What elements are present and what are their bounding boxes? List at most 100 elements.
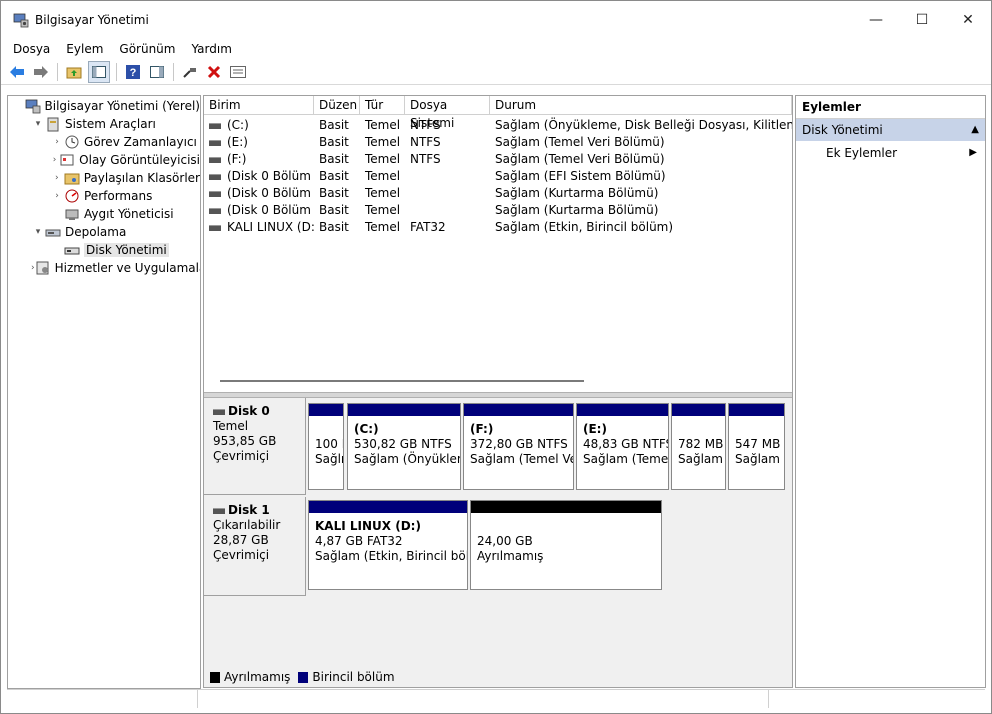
delete-x-icon: [207, 65, 221, 79]
volume-row[interactable]: (C:) Basit Temel NTFS Sağlam (Önyükleme, Dis…: [204, 117, 792, 134]
partition-name: (F:): [470, 422, 494, 436]
volume-file-system: [405, 185, 490, 202]
disk-partition[interactable]: KALI LINUX (D:) 4,87 GB FAT32 Sağlam (Etki…: [308, 500, 468, 590]
volume-row[interactable]: (Disk 0 Bölüm 7) Basit Temel Sağlam (Kurtar…: [204, 202, 792, 219]
partition-name: [678, 422, 725, 437]
volume-name: (E:): [204, 134, 314, 151]
volume-file-system-text: NTFS: [410, 118, 441, 132]
status-section-1: [7, 690, 198, 708]
volume-layout-text: Basit: [319, 135, 349, 149]
delete-button[interactable]: [204, 62, 224, 82]
disk-partition[interactable]: (E:) 48,83 GB NTFS Sağlam (Temel: [576, 403, 669, 490]
menu-action[interactable]: Eylem: [58, 42, 111, 56]
volume-row[interactable]: KALI LINUX (D:) Basit Temel FAT32 Sağlam (Et…: [204, 219, 792, 236]
tree-node[interactable]: ▾ Sistem Araçları: [8, 115, 200, 133]
partition-name: (C:): [354, 422, 379, 436]
volume-status: Sağlam (EFI Sistem Bölümü): [490, 168, 792, 185]
collapse-up-icon: ▲: [971, 124, 979, 135]
computer-management-app-icon: [13, 12, 29, 28]
disk-info[interactable]: Disk 1 Çıkarılabilir 28,87 GB Çevrimiçi: [204, 497, 306, 596]
show-hide-tree-button[interactable]: [88, 61, 110, 83]
partition-status: Ayrılmamış: [477, 549, 544, 563]
volume-row[interactable]: (E:) Basit Temel NTFS Sağlam (Temel Veri Böl…: [204, 134, 792, 151]
tree-node[interactable]: Disk Yönetimi: [8, 241, 200, 259]
volume-name-text: (Disk 0 Bölüm 1): [227, 169, 314, 183]
status-section-3: [769, 690, 983, 708]
column-header-file-system[interactable]: Dosya Sistemi: [405, 96, 490, 130]
disk-partition[interactable]: (F:) 372,80 GB NTFS Sağlam (Temel Ver: [463, 403, 574, 490]
volume-type: Temel: [360, 134, 405, 151]
tree-node[interactable]: › Olay Görüntüleyicisi: [8, 151, 200, 169]
volume-name-text: KALI LINUX (D:): [227, 220, 314, 234]
expand-chevron-icon[interactable]: ›: [50, 191, 64, 201]
partition-text: (F:) 372,80 GB NTFS Sağlam (Temel Ver: [464, 416, 573, 467]
status-section-2: [198, 690, 769, 708]
volume-name-text: (C:): [227, 118, 249, 132]
tree-node[interactable]: › Performans: [8, 187, 200, 205]
partition-status: Sağlam (Önyüklem: [354, 452, 461, 466]
partition-size: 372,80 GB NTFS: [470, 437, 568, 451]
more-actions-item[interactable]: Ek Eylemler ▶: [796, 141, 985, 165]
tree-node[interactable]: Aygıt Yöneticisi: [8, 205, 200, 223]
drive-icon: [209, 139, 221, 146]
column-header-volume[interactable]: Birim: [204, 96, 314, 114]
tree-node-label: Aygıt Yöneticisi: [84, 207, 174, 221]
collapse-chevron-icon[interactable]: ▾: [31, 227, 45, 237]
collapse-chevron-icon[interactable]: ▾: [31, 119, 45, 129]
status-bar: [7, 689, 985, 710]
maximize-button[interactable]: ☐: [899, 1, 945, 38]
expand-chevron-icon[interactable]: ›: [50, 173, 64, 183]
column-header-status[interactable]: Durum: [490, 96, 792, 114]
tree-node[interactable]: › Paylaşılan Klasörler: [8, 169, 200, 187]
partition-text: (E:) 48,83 GB NTFS Sağlam (Temel: [577, 416, 668, 467]
volume-file-system: NTFS: [405, 134, 490, 151]
column-header-type[interactable]: Tür: [360, 96, 405, 114]
disk-partition[interactable]: (C:) 530,82 GB NTFS Sağlam (Önyüklem: [347, 403, 461, 490]
menu-help[interactable]: Yardım: [183, 42, 239, 56]
disk-partition[interactable]: 547 MB Sağlam: [728, 403, 785, 490]
legend-primary: Birincil bölüm: [298, 670, 395, 684]
storage-icon: [45, 224, 61, 240]
device-manager-icon: [64, 206, 80, 222]
disk-size-text: 28,87 GB: [213, 533, 269, 547]
tree-node[interactable]: ▾ Depolama: [8, 223, 200, 241]
tree-node-label: Görev Zamanlayıcı: [84, 135, 197, 149]
partition-status: Sağlam: [678, 452, 723, 466]
connect-button[interactable]: [180, 62, 200, 82]
menu-view[interactable]: Görünüm: [111, 42, 183, 56]
actions-disk-management[interactable]: Disk Yönetimi ▲: [796, 119, 985, 141]
volume-status-text: Sağlam (Temel Veri Bölümü): [495, 135, 665, 149]
disk-partition[interactable]: 100 MSağlı: [308, 403, 344, 490]
close-button[interactable]: ✕: [945, 1, 991, 38]
volume-row[interactable]: (F:) Basit Temel NTFS Sağlam (Temel Veri Böl…: [204, 151, 792, 168]
properties-button[interactable]: [228, 62, 248, 82]
partition-size: 547 MB: [735, 437, 781, 451]
expand-chevron-icon[interactable]: ›: [50, 155, 59, 165]
disk-partition[interactable]: 782 MB Sağlam: [671, 403, 726, 490]
volume-row[interactable]: (Disk 0 Bölüm 6) Basit Temel Sağlam (Kurtar…: [204, 185, 792, 202]
tree-node[interactable]: › Görev Zamanlayıcı: [8, 133, 200, 151]
show-hide-action-pane-button[interactable]: [147, 62, 167, 82]
back-button[interactable]: [7, 62, 27, 82]
actions-disk-management-label: Disk Yönetimi: [802, 123, 883, 137]
volume-row[interactable]: (Disk 0 Bölüm 1) Basit Temel Sağlam (EFI Si…: [204, 168, 792, 185]
tree-node[interactable]: Bilgisayar Yönetimi (Yerel): [8, 97, 200, 115]
volume-status: Sağlam (Kurtarma Bölümü): [490, 185, 792, 202]
partition-color-bar: [729, 404, 784, 416]
help-button[interactable]: ?: [123, 62, 143, 82]
drive-icon: [209, 207, 221, 214]
volume-layout: Basit: [314, 168, 360, 185]
volume-status-text: Sağlam (Temel Veri Bölümü): [495, 152, 665, 166]
forward-button[interactable]: [31, 62, 51, 82]
disk-info[interactable]: Disk 0 Temel 953,85 GB Çevrimiçi: [204, 398, 306, 495]
horizontal-scrollbar[interactable]: [220, 380, 584, 382]
tree-node[interactable]: › Hizmetler ve Uygulamalar: [8, 259, 200, 277]
volume-layout: Basit: [314, 219, 360, 236]
menu-file[interactable]: Dosya: [5, 42, 58, 56]
minimize-button[interactable]: —: [853, 1, 899, 38]
volume-layout: Basit: [314, 185, 360, 202]
column-header-layout[interactable]: Düzen: [314, 96, 360, 114]
expand-chevron-icon[interactable]: ›: [50, 137, 64, 147]
up-folder-button[interactable]: [64, 62, 84, 82]
unallocated-partition[interactable]: 24,00 GB Ayrılmamış: [470, 500, 662, 590]
